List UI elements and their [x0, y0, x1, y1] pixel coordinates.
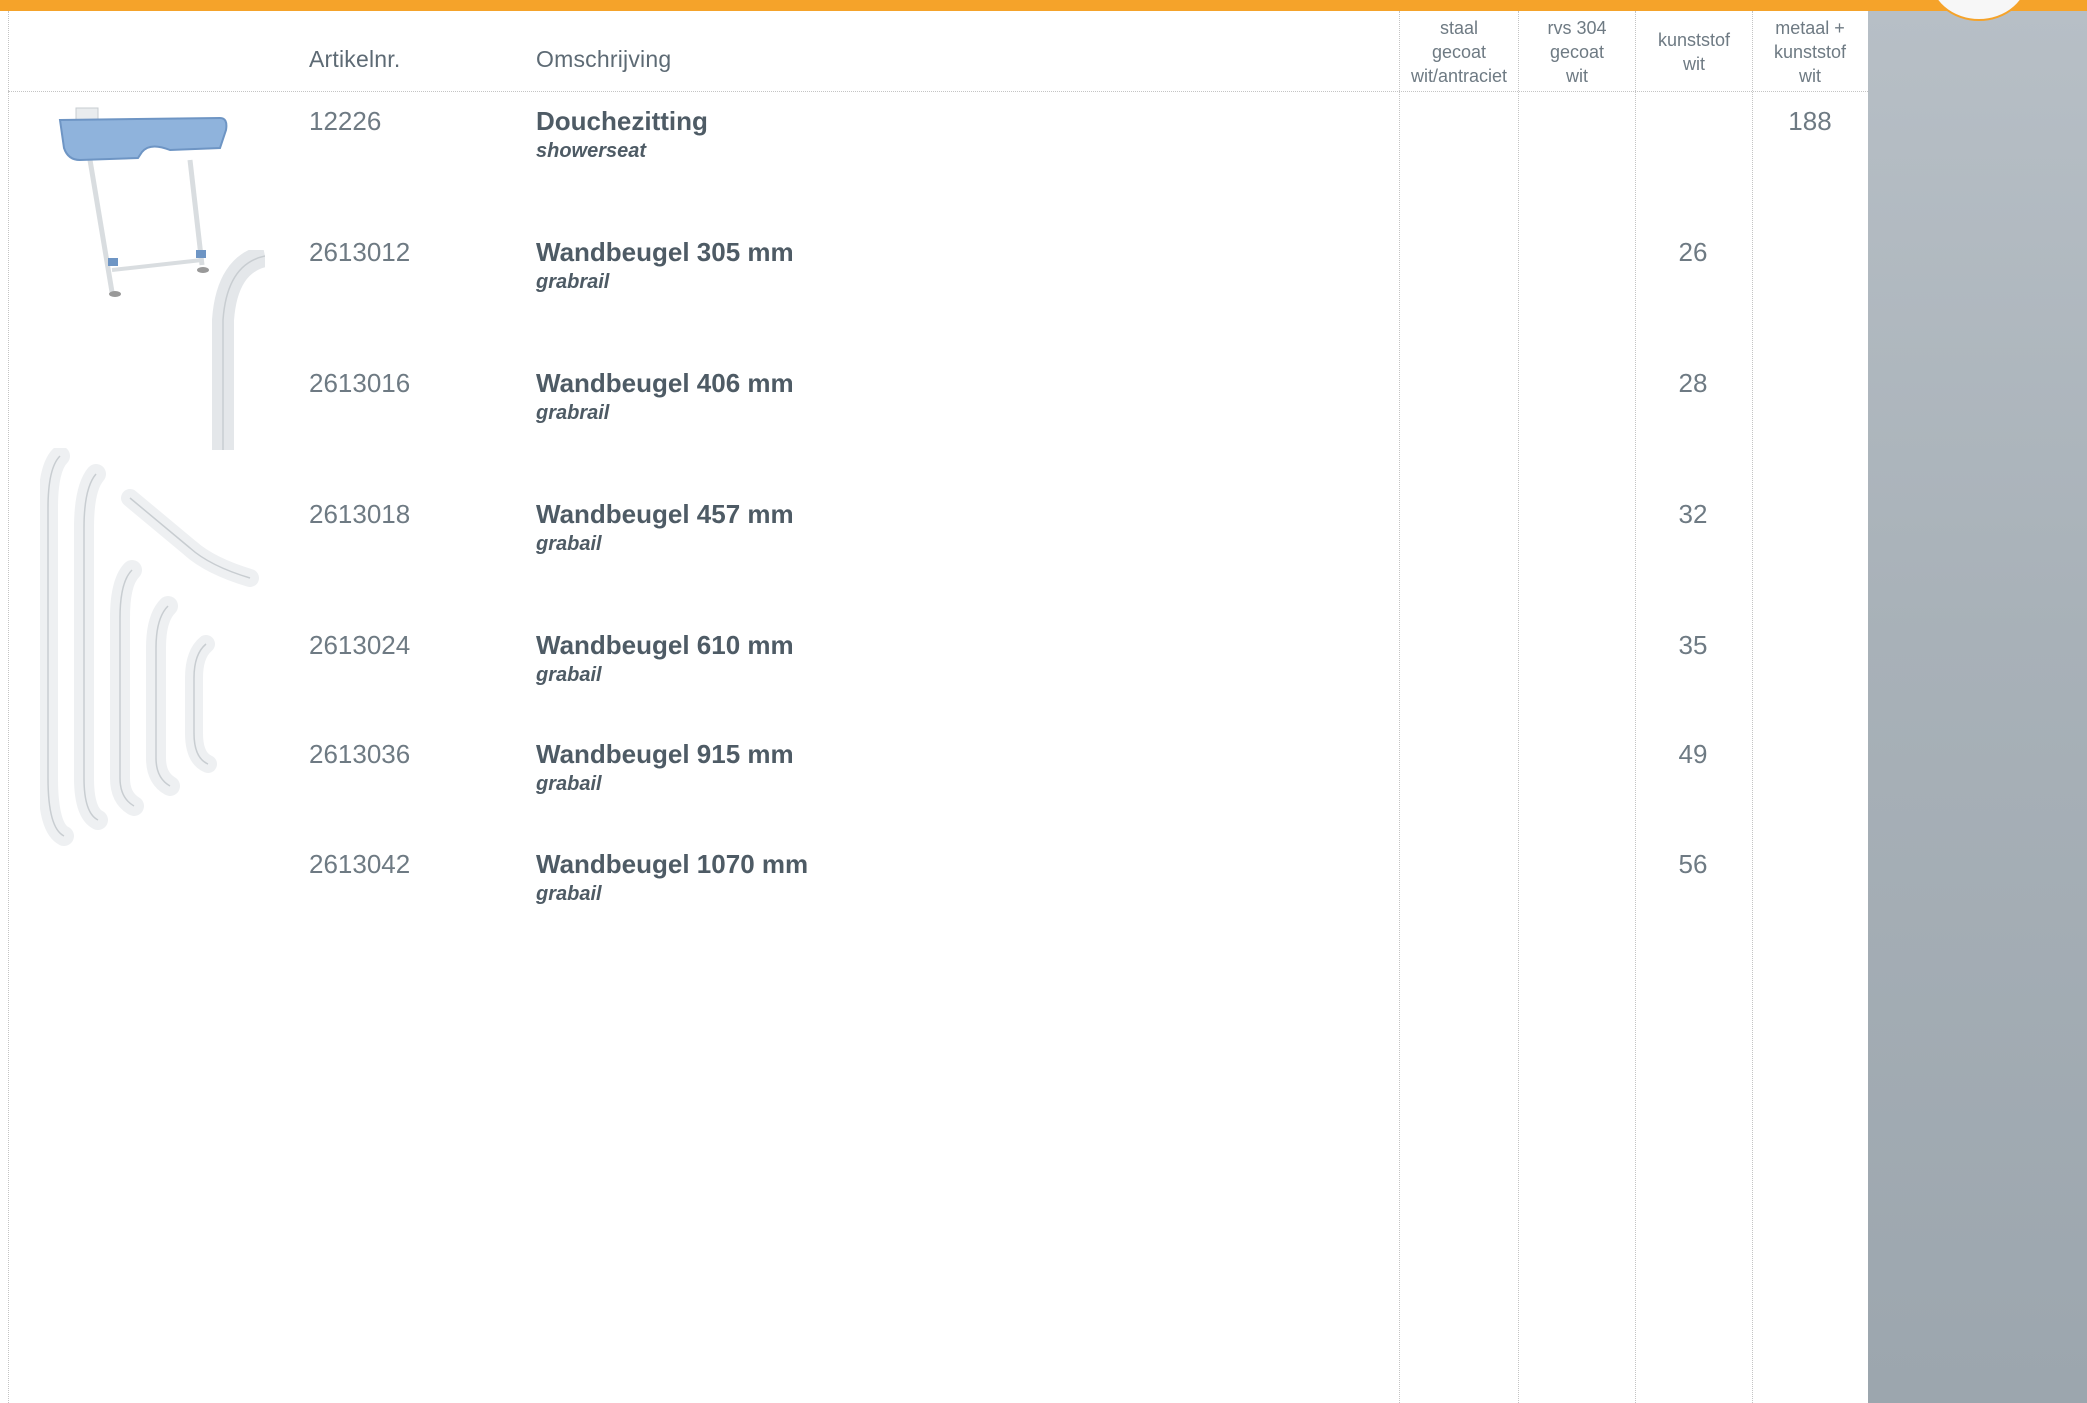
price-metaal: 188 [1788, 106, 1832, 136]
price-kunststof: 49 [1678, 739, 1708, 769]
article-number: 12226 [309, 106, 382, 136]
product-subtitle: grabail [536, 664, 602, 686]
article-number: 2613018 [309, 499, 411, 529]
right-sidebar-panel [1868, 11, 2087, 1403]
product-subtitle: grabail [536, 883, 602, 905]
price-kunststof: 56 [1678, 849, 1708, 879]
grabrails-group-image [38, 446, 270, 853]
col-divider-metaal [1752, 11, 1753, 1403]
header-omschrijving: Omschrijving [536, 46, 672, 72]
product-title: Wandbeugel 915 mm [536, 739, 794, 769]
product-title: Wandbeugel 305 mm [536, 237, 794, 267]
article-number: 2613042 [309, 849, 411, 879]
product-subtitle: grabail [536, 773, 602, 795]
corner-badge-icon [1924, 0, 2034, 26]
product-title: Wandbeugel 457 mm [536, 499, 794, 529]
product-title: Douchezitting [536, 106, 708, 136]
product-title: Wandbeugel 610 mm [536, 630, 794, 660]
page-left-border [8, 11, 9, 1403]
product-title: Wandbeugel 1070 mm [536, 849, 809, 879]
product-subtitle: grabrail [536, 271, 610, 293]
product-subtitle: showerseat [536, 140, 647, 162]
top-accent-bar [0, 0, 2087, 11]
header-artikelnr: Artikelnr. [309, 46, 401, 72]
price-kunststof: 26 [1678, 237, 1708, 267]
grabrail-closeup-image [205, 245, 268, 455]
header-col-staal: staal gecoat wit/antraciet [1410, 18, 1508, 86]
article-number: 2613012 [309, 237, 411, 267]
article-number: 2613036 [309, 739, 411, 769]
price-kunststof: 35 [1678, 630, 1708, 660]
price-kunststof: 32 [1678, 499, 1708, 529]
col-divider-rvs [1518, 11, 1519, 1403]
header-divider [8, 91, 1868, 92]
article-number: 2613024 [309, 630, 411, 660]
col-divider-kunststof [1635, 11, 1636, 1403]
col-divider-staal [1399, 11, 1400, 1403]
header-col-rvs: rvs 304 gecoat wit [1547, 18, 1607, 86]
header-col-metaal: metaal + kunststof wit [1773, 18, 1847, 86]
article-number: 2613016 [309, 368, 411, 398]
product-title: Wandbeugel 406 mm [536, 368, 794, 398]
product-subtitle: grabail [536, 533, 602, 555]
price-kunststof: 28 [1678, 368, 1708, 398]
product-subtitle: grabrail [536, 402, 610, 424]
header-col-kunststof: kunststof wit [1657, 30, 1731, 74]
